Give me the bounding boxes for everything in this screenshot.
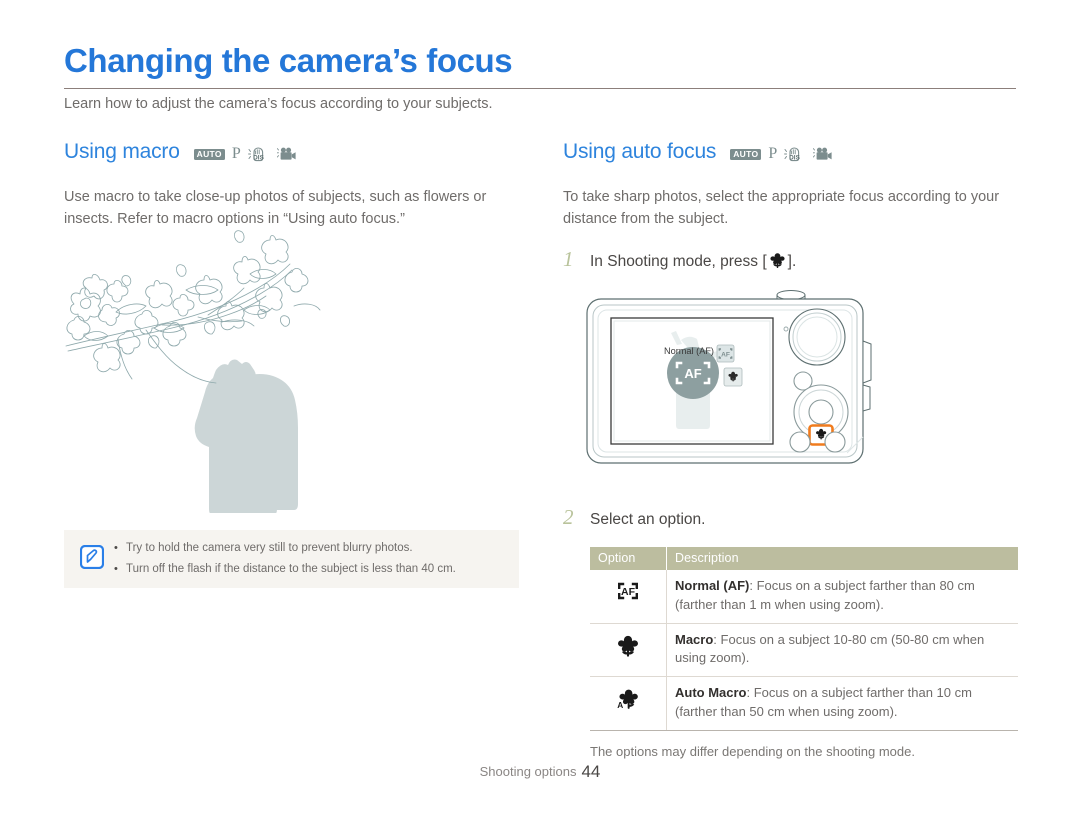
screen-mode-label: Normal (AF) — [664, 346, 714, 356]
af-bracket-icon: AF — [590, 569, 667, 624]
dis-mode-icon: DIS — [247, 146, 270, 163]
section-header-using-macro: Using macro AUTO P DIS — [64, 140, 519, 164]
program-mode-icon: P — [768, 145, 778, 163]
title-divider — [64, 88, 1016, 89]
camera-illustration: AF Normal (AF) AF — [581, 285, 891, 485]
step-text-before: In Shooting mode, press [ — [590, 252, 767, 270]
svg-text:DIS: DIS — [789, 154, 800, 161]
svg-text:A: A — [617, 700, 623, 710]
step-text: In Shooting mode, press [ ]. — [590, 250, 796, 271]
note-box: Try to hold the camera very still to pre… — [64, 530, 519, 588]
magnolia-branch — [65, 230, 321, 384]
section-title-using-macro: Using macro — [64, 140, 180, 163]
macro-flower-icon — [769, 252, 786, 268]
svg-text:DIS: DIS — [253, 154, 264, 161]
step-2: 2 Select an option. — [563, 504, 1018, 529]
focus-options-table: Option Description AF Normal (AF): Focus — [590, 546, 1018, 731]
page-title: Changing the camera’s focus — [64, 42, 513, 79]
macro-flower-icon — [590, 623, 667, 678]
program-mode-icon: P — [231, 145, 241, 163]
footer-section-label: Shooting options — [479, 764, 577, 779]
table-row: A Auto Macro: Focus on a subject farther… — [590, 676, 1018, 731]
dial-indicator-dot — [783, 326, 789, 332]
svg-text:AF: AF — [721, 351, 730, 358]
note-list: Try to hold the camera very still to pre… — [114, 538, 456, 581]
table-cell-description: Normal (AF): Focus on a subject farther … — [666, 569, 1018, 624]
right-column: Using auto focus AUTO P DIS To take shar… — [563, 140, 1018, 759]
movie-mode-icon — [276, 146, 297, 162]
playback-button — [789, 431, 811, 453]
table-caption: The options may differ depending on the … — [590, 744, 915, 759]
auto-macro-flower-icon: A — [590, 676, 667, 731]
footer-page-number: 44 — [581, 762, 601, 781]
auto-mode-icon: AUTO — [193, 149, 225, 160]
page-footer: Shooting options 44 — [0, 762, 1080, 782]
mode-icon-group: AUTO P DIS — [730, 146, 833, 163]
step-text: Select an option. — [590, 510, 706, 528]
option-desc: : Focus on a subject 10-80 cm (50-80 cm … — [675, 631, 985, 666]
table-cell-description: Macro: Focus on a subject 10-80 cm (50-8… — [666, 623, 1018, 678]
delete-button — [824, 431, 846, 453]
step-1: 1 In Shooting mode, press [ ]. — [563, 246, 1018, 271]
column-header-description: Description — [666, 546, 1018, 570]
note-pencil-icon — [79, 544, 105, 574]
option-term: Auto Macro — [675, 685, 747, 701]
movie-mode-icon — [813, 146, 833, 162]
step-number: 2 — [563, 504, 574, 529]
af-label: AF — [684, 366, 701, 381]
ok-button — [808, 399, 834, 425]
option-term: Normal (AF) — [675, 577, 750, 593]
macro-illustration — [58, 218, 418, 515]
option-term: Macro — [675, 631, 714, 647]
table-header-row: Option Description — [590, 546, 1018, 570]
table-cell-description: Auto Macro: Focus on a subject farther t… — [666, 676, 1018, 731]
table-row: Macro: Focus on a subject 10-80 cm (50-8… — [590, 623, 1018, 678]
mode-icon-group: AUTO P DIS — [193, 145, 297, 163]
section-title-using-auto-focus: Using auto focus — [563, 140, 717, 163]
section-header-using-auto-focus: Using auto focus AUTO P DIS — [563, 140, 1018, 164]
page-subtitle: Learn how to adjust the camera’s focus a… — [64, 96, 493, 112]
note-item: Try to hold the camera very still to pre… — [114, 538, 456, 559]
note-item: Turn off the flash if the distance to th… — [114, 559, 456, 580]
step-number: 1 — [563, 246, 574, 271]
table-row: AF Normal (AF): Focus on a subject farth… — [590, 569, 1018, 624]
section-body-using-auto-focus: To take sharp photos, select the appropr… — [563, 189, 1000, 228]
svg-text:AF: AF — [621, 586, 636, 598]
step-text-after: ]. — [787, 252, 797, 270]
column-header-option: Option — [590, 546, 667, 570]
auto-mode-icon: AUTO — [730, 149, 762, 160]
dis-mode-icon: DIS — [784, 146, 806, 163]
